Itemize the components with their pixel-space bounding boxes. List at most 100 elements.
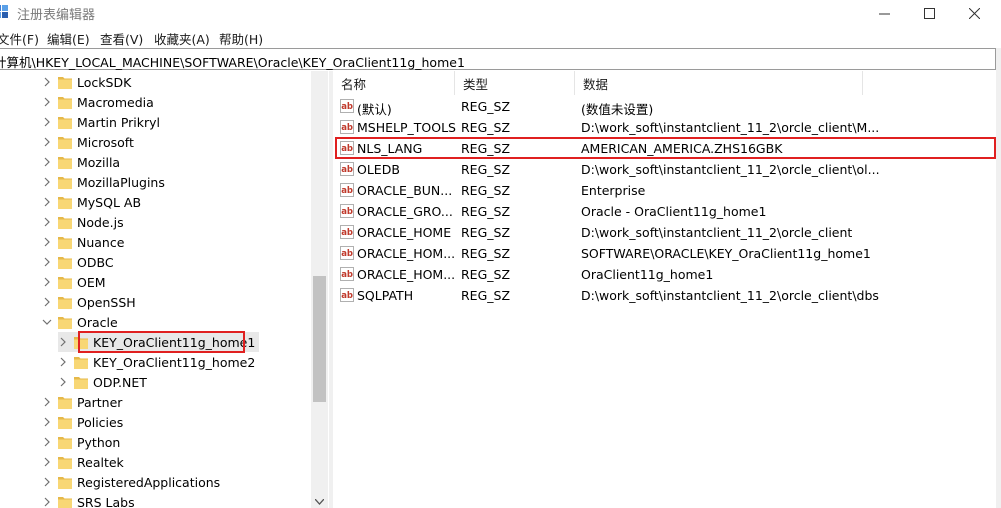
menu-help[interactable]: 帮助(H) bbox=[219, 29, 263, 48]
chevron-right-icon[interactable] bbox=[42, 137, 52, 147]
chevron-right-icon[interactable] bbox=[58, 377, 68, 387]
tree-item[interactable]: Nuance bbox=[42, 232, 124, 252]
key-tree: LockSDK Macromedia Martin Prikryl Microsoft… bbox=[0, 71, 328, 508]
menu-file[interactable]: 文件(F) bbox=[0, 29, 39, 48]
chevron-right-icon[interactable] bbox=[42, 417, 52, 427]
value-type: REG_SZ bbox=[461, 225, 511, 240]
chevron-right-icon[interactable] bbox=[42, 257, 52, 267]
tree-item[interactable]: Realtek bbox=[42, 452, 124, 472]
chevron-down-icon[interactable] bbox=[42, 317, 52, 327]
value-name: ORACLE_HOME bbox=[357, 225, 452, 240]
folder-icon bbox=[58, 96, 72, 109]
address-bar[interactable]: 计算机\HKEY_LOCAL_MACHINE\SOFTWARE\Oracle\K… bbox=[0, 48, 996, 70]
tree-item-label: KEY_OraClient11g_home2 bbox=[93, 354, 256, 370]
value-row[interactable]: ab ORACLE_HOM... REG_SZ OraClient11g_home1 bbox=[333, 264, 1001, 285]
chevron-right-icon[interactable] bbox=[42, 297, 52, 307]
tree-item-label: Oracle bbox=[77, 314, 118, 330]
folder-icon bbox=[58, 156, 72, 169]
chevron-right-icon[interactable] bbox=[42, 477, 52, 487]
title-bar: 注册表编辑器 bbox=[0, 0, 1001, 26]
value-row[interactable]: ab (默认) REG_SZ (数值未设置) bbox=[333, 96, 1001, 117]
tree-item-label: Martin Prikryl bbox=[77, 114, 161, 130]
value-type: REG_SZ bbox=[461, 120, 511, 135]
tree-item-label: Realtek bbox=[77, 454, 124, 470]
tree-item[interactable]: ODP.NET bbox=[58, 372, 147, 392]
chevron-right-icon[interactable] bbox=[58, 357, 68, 367]
tree-item[interactable]: OpenSSH bbox=[42, 292, 136, 312]
value-data: SOFTWARE\ORACLE\KEY_OraClient11g_home1 bbox=[581, 246, 871, 261]
menu-edit[interactable]: 编辑(E) bbox=[47, 29, 90, 48]
tree-item-label: Mozilla bbox=[77, 154, 121, 170]
value-name: ORACLE_BUN... bbox=[357, 183, 453, 198]
chevron-right-icon[interactable] bbox=[58, 337, 68, 347]
menu-view[interactable]: 查看(V) bbox=[100, 29, 143, 48]
chevron-right-icon[interactable] bbox=[42, 197, 52, 207]
chevron-right-icon[interactable] bbox=[42, 157, 52, 167]
tree-item[interactable]: KEY_OraClient11g_home1 bbox=[58, 332, 260, 352]
folder-icon bbox=[58, 176, 72, 189]
tree-scrollbar-thumb[interactable] bbox=[313, 276, 326, 402]
svg-text:ab: ab bbox=[341, 270, 353, 280]
chevron-right-icon[interactable] bbox=[42, 397, 52, 407]
tree-item[interactable]: OEM bbox=[42, 272, 106, 292]
tree-item[interactable]: MozillaPlugins bbox=[42, 172, 165, 192]
column-header-name[interactable]: 名称 bbox=[333, 71, 455, 95]
tree-item[interactable]: Partner bbox=[42, 392, 122, 412]
value-row[interactable]: ab MSHELP_TOOLS REG_SZ D:\work_soft\instant… bbox=[333, 117, 1001, 138]
value-row[interactable]: ab SQLPATH REG_SZ D:\work_soft\instantclien… bbox=[333, 285, 1001, 306]
maximize-button[interactable] bbox=[906, 0, 952, 26]
value-data: D:\work_soft\instantclient_11_2\orcle_cl… bbox=[581, 162, 880, 177]
tree-item[interactable]: Microsoft bbox=[42, 132, 134, 152]
menu-favorites[interactable]: 收藏夹(A) bbox=[154, 29, 210, 48]
value-type: REG_SZ bbox=[461, 246, 511, 261]
svg-text:ab: ab bbox=[341, 249, 353, 259]
chevron-right-icon[interactable] bbox=[42, 97, 52, 107]
tree-item[interactable]: Python bbox=[42, 432, 120, 452]
tree-item[interactable]: SRS Labs bbox=[42, 492, 135, 508]
minimize-button[interactable] bbox=[861, 0, 907, 26]
tree-item[interactable]: MySQL AB bbox=[42, 192, 141, 212]
value-row[interactable]: ab OLEDB REG_SZ D:\work_soft\instantclient_… bbox=[333, 159, 1001, 180]
chevron-right-icon[interactable] bbox=[42, 457, 52, 467]
tree-item[interactable]: Policies bbox=[42, 412, 123, 432]
scroll-down-icon[interactable] bbox=[315, 499, 324, 505]
close-button[interactable] bbox=[951, 0, 997, 26]
value-row[interactable]: ab NLS_LANG REG_SZ AMERICAN_AMERICA.ZHS16GB… bbox=[333, 138, 1001, 159]
folder-icon bbox=[58, 196, 72, 209]
chevron-right-icon[interactable] bbox=[42, 437, 52, 447]
folder-icon bbox=[58, 436, 72, 449]
column-header-type[interactable]: 类型 bbox=[455, 71, 575, 95]
tree-item[interactable]: Macromedia bbox=[42, 92, 154, 112]
tree-item[interactable]: KEY_OraClient11g_home2 bbox=[58, 352, 255, 372]
value-row[interactable]: ab ORACLE_HOME REG_SZ D:\work_soft\instantc… bbox=[333, 222, 1001, 243]
tree-item[interactable]: RegisteredApplications bbox=[42, 472, 220, 492]
chevron-right-icon[interactable] bbox=[42, 117, 52, 127]
chevron-right-icon[interactable] bbox=[42, 77, 52, 87]
chevron-right-icon[interactable] bbox=[42, 217, 52, 227]
svg-text:ab: ab bbox=[341, 165, 353, 175]
tree-item[interactable]: Oracle bbox=[42, 312, 118, 332]
ab-string-icon: ab bbox=[340, 267, 354, 281]
value-row[interactable]: ab ORACLE_GRO... REG_SZ Oracle - OraClient1… bbox=[333, 201, 1001, 222]
chevron-right-icon[interactable] bbox=[42, 277, 52, 287]
svg-text:ab: ab bbox=[341, 102, 353, 112]
tree-item[interactable]: Mozilla bbox=[42, 152, 120, 172]
value-name: ORACLE_HOM... bbox=[357, 246, 456, 261]
chevron-right-icon[interactable] bbox=[42, 237, 52, 247]
value-row[interactable]: ab ORACLE_HOM... REG_SZ SOFTWARE\ORACLE\KEY… bbox=[333, 243, 1001, 264]
value-data: Oracle - OraClient11g_home1 bbox=[581, 204, 767, 219]
chevron-right-icon[interactable] bbox=[42, 177, 52, 187]
tree-item[interactable]: Martin Prikryl bbox=[42, 112, 160, 132]
tree-item[interactable]: ODBC bbox=[42, 252, 114, 272]
folder-icon bbox=[58, 136, 72, 149]
tree-scrollbar[interactable] bbox=[311, 71, 328, 508]
column-header-data[interactable]: 数据 bbox=[575, 71, 863, 95]
value-name: NLS_LANG bbox=[357, 141, 423, 156]
chevron-right-icon[interactable] bbox=[42, 497, 52, 507]
tree-item-label: ODP.NET bbox=[93, 374, 147, 390]
tree-item[interactable]: Node.js bbox=[42, 212, 124, 232]
folder-icon bbox=[58, 116, 72, 129]
value-row[interactable]: ab ORACLE_BUN... REG_SZ Enterprise bbox=[333, 180, 1001, 201]
tree-item[interactable]: LockSDK bbox=[42, 72, 131, 92]
value-data: AMERICAN_AMERICA.ZHS16GBK bbox=[581, 141, 783, 156]
